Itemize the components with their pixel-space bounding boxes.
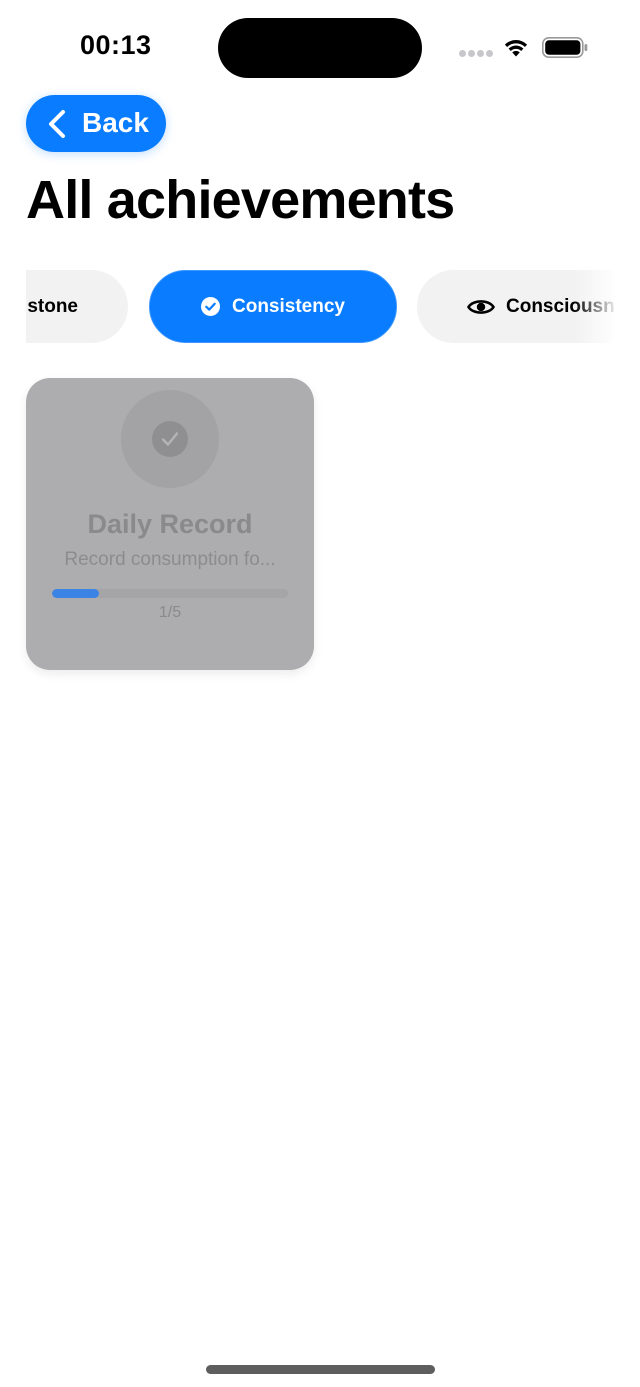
wifi-icon (504, 40, 528, 57)
category-chip-label: Consciousn (506, 295, 614, 317)
category-chip-consistency[interactable]: Consistency (149, 270, 397, 343)
achievement-description: Record consumption fo... (64, 549, 276, 570)
back-button[interactable]: Back (26, 95, 166, 152)
home-indicator (206, 1365, 435, 1374)
progress-fill (52, 589, 100, 598)
achievement-progress-bar (52, 589, 288, 598)
cellular-signal-icon (459, 50, 493, 58)
checkmark-icon (152, 421, 188, 457)
achievement-progress-text: 1/5 (158, 604, 182, 621)
category-chip-label: Consistency (232, 295, 345, 317)
dynamic-island (218, 18, 422, 78)
back-button-label: Back (82, 107, 149, 138)
status-time: 00:13 (80, 30, 152, 60)
category-chip-consciousness[interactable]: Consciousn (417, 270, 614, 343)
checkmark-circle-icon (201, 297, 220, 316)
achievement-badge (121, 390, 219, 488)
category-chip-label: stone (27, 295, 78, 317)
category-filter-bar[interactable]: stone Consistency Consciousn (26, 269, 614, 345)
page-title: All achievements (26, 170, 455, 230)
category-chip-milestone[interactable]: stone (26, 270, 128, 343)
chevron-left-icon (49, 110, 65, 138)
battery-icon (542, 37, 588, 58)
eye-icon (467, 299, 495, 314)
achievement-card[interactable]: Daily Record Record consumption fo... 1/… (26, 378, 314, 670)
achievement-title: Daily Record (87, 509, 253, 539)
